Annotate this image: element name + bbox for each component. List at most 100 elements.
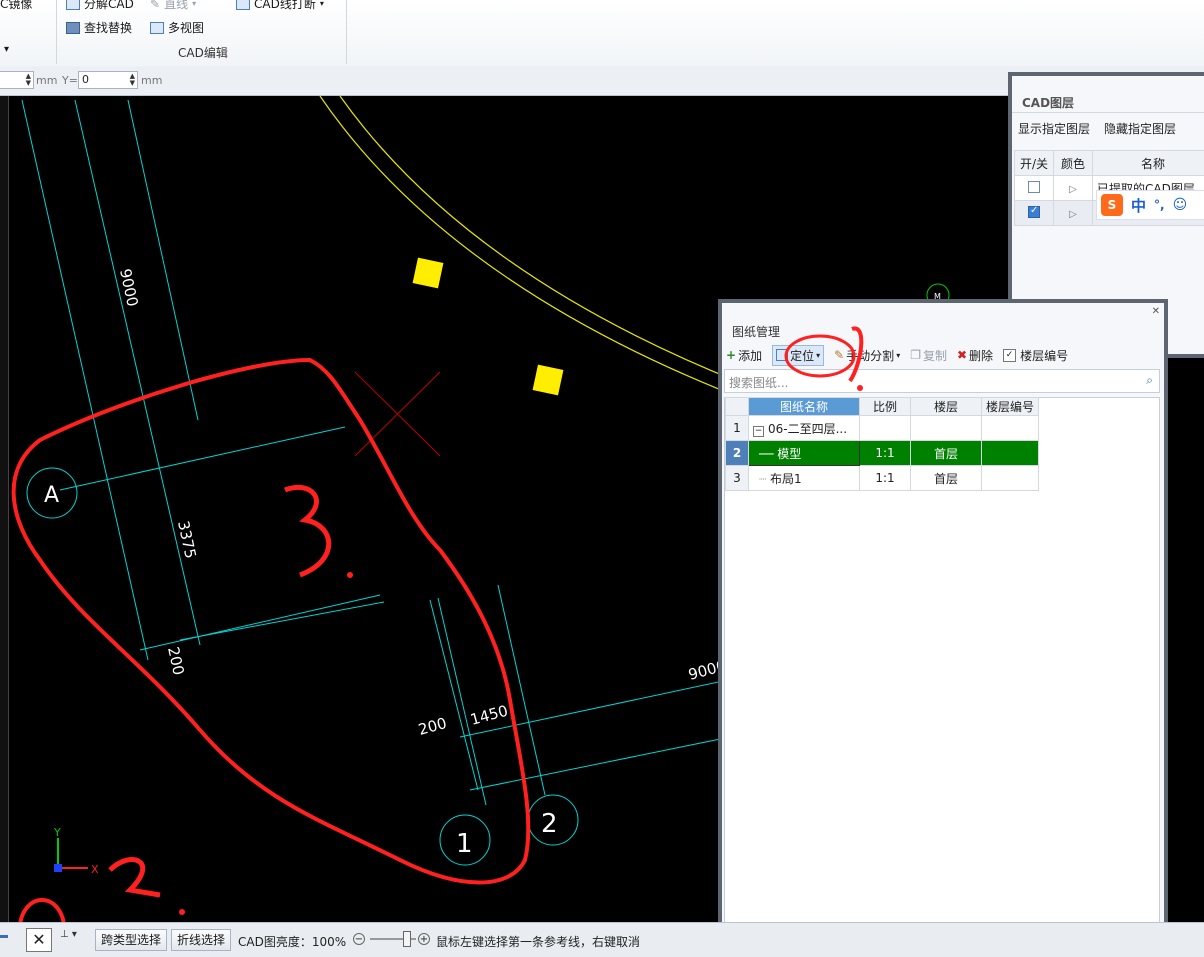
row-index: 3 [726,466,749,491]
ime-punct-icon[interactable]: °, [1154,198,1165,212]
grid-line [128,100,198,420]
brightness-slider-thumb[interactable] [403,931,411,947]
decompose-cad-button[interactable]: 分解CAD [66,0,134,12]
show-layer-button[interactable]: 显示指定图层 [1018,120,1090,137]
multi-view-label: 多视图 [168,19,204,36]
drawing-name-cell: −06-二至四层... [749,416,860,441]
drawing-manager-panel: ✕ 图纸管理 + 添加 定位 ▾ ✎ 手动分割 ▾ ❐ 复制 ✖ 删除 ✓ 楼层… [718,299,1168,954]
cross-type-select-button[interactable]: 跨类型选择 [95,929,167,951]
ime-toolbar[interactable]: S 中 °, ☺ [1096,190,1204,220]
status-hint: 鼠标左键选择第一条参考线，右键取消 [436,933,640,950]
dim-200-b: 200 [416,714,448,739]
polyline-select-button[interactable]: 折线选择 [171,929,231,951]
column-marker [533,365,564,396]
row-index: 1 [726,416,749,441]
col-name-header: 名称 [1093,151,1204,176]
drawing-name-cell: ── 模型 [749,441,860,466]
mirror-button[interactable]: C镜像 [0,0,32,12]
cad-break-label: CAD线打断 [254,0,316,12]
drawing-row-selected[interactable]: 2 ── 模型 1:1 首层 [726,441,1039,466]
status-dropdown[interactable]: ⊥ ▾ [60,929,77,940]
mirror-label: C镜像 [0,0,32,12]
dim-200-a: 200 [164,645,188,677]
col-color-header: 颜色 [1054,151,1093,176]
grid-line [140,595,380,650]
sogou-ime-icon[interactable]: S [1101,194,1123,216]
column-marker [413,258,444,289]
grid-line [438,598,486,805]
cad-edit-group-label: CAD编辑 [178,44,228,61]
y-value: 0 [82,73,89,86]
axis-label-a: A [44,483,59,508]
x-coordinate-input[interactable]: ▲▼ [0,71,34,89]
binoculars-icon [66,22,80,34]
drawing-row[interactable]: 3 ┈ 布局1 1:1 首层 [726,466,1039,491]
red-annotation-dot [179,909,185,915]
multi-view-icon [150,22,164,34]
line-button[interactable]: ✎ 直线 ▾ [150,0,196,12]
spinner-icon: ▲▼ [130,73,135,87]
floor-cell [911,416,982,441]
red-annotation-loop [14,360,529,883]
floor-no-cell [982,466,1039,491]
axis-label-1: 1 [456,829,473,859]
drawing-name: 模型 [777,447,801,461]
cad-break-button[interactable]: CAD线打断 ▾ [236,0,324,12]
scale-cell: 1:1 [860,466,911,491]
y-label: Y= [62,74,78,87]
pencil-icon: ✎ [150,0,160,11]
ribbon-toolbar: C镜像 ▾ 分解CAD ✎ 直线 ▾ CAD线打断 ▾ 查找替换 多视图 CAD… [0,0,1204,67]
floor-no-cell [982,416,1039,441]
layer-visibility-checkbox[interactable] [1028,181,1040,193]
play-icon: ▷ [1069,184,1077,195]
cad-break-icon [236,0,250,10]
y-coordinate-input[interactable]: 0 ▲▼ [78,71,138,89]
decompose-icon [66,0,80,10]
red-annotation-1 [850,328,861,381]
red-annotation-3 [285,487,329,575]
zoom-in-icon[interactable]: + [418,933,430,945]
drawing-table: 图纸名称 比例 楼层 楼层编号 1 −06-二至四层... 2 ── 模型 1:… [725,397,1039,491]
chevron-down-icon: ▾ [192,0,196,8]
dim-3375: 3375 [174,519,200,560]
ime-emoji-icon[interactable]: ☺ [1173,197,1188,213]
ime-mode-chinese[interactable]: 中 [1131,195,1146,216]
axis-label-2: 2 [541,809,558,839]
grid-line [22,100,148,660]
red-annotation-circle-2 [20,900,64,922]
col-onoff-header: 开/关 [1015,151,1054,176]
drawing-name: 布局1 [770,472,802,486]
y-unit-label: mm [141,74,162,87]
red-annotation-dot [347,572,353,578]
red-annotation-2 [110,860,160,895]
scale-cell [860,416,911,441]
zoom-out-icon[interactable]: − [353,933,365,945]
find-replace-label: 查找替换 [84,19,132,36]
drawing-name-cell: ┈ 布局1 [749,466,860,491]
cross-select-icon[interactable]: ✕ [26,928,52,952]
grid-line [430,600,478,790]
spinner-icon: ▲▼ [26,73,31,87]
layer-visibility-checkbox[interactable] [1028,206,1040,218]
multi-view-button[interactable]: 多视图 [150,19,204,36]
ribbon-dropdown-icon[interactable]: ▾ [4,44,9,55]
scale-cell: 1:1 [860,441,911,466]
drawing-row[interactable]: 1 −06-二至四层... [726,416,1039,441]
line-label: 直线 [164,0,188,12]
row-index: 2 [726,441,749,466]
red-annotation-dot [857,385,863,391]
floor-no-cell [982,441,1039,466]
ucs-y-label: Y [53,826,61,839]
x-unit-label: mm [36,74,57,87]
ucs-origin [54,864,62,872]
find-replace-button[interactable]: 查找替换 [66,19,132,36]
status-bar: ✕ ⊥ ▾ 跨类型选择 折线选择 CAD图亮度：100% − + 鼠标左键选择第… [0,922,1204,957]
brightness-label: CAD图亮度：100% [238,933,346,950]
grid-line [75,100,200,645]
collapse-icon[interactable]: − [753,426,764,437]
decompose-cad-label: 分解CAD [84,0,134,12]
ucs-x-label: X [91,863,99,876]
layer-panel-title: CAD图层 [1022,94,1074,111]
hide-layer-button[interactable]: 隐藏指定图层 [1104,120,1176,137]
grid-line [180,602,384,640]
